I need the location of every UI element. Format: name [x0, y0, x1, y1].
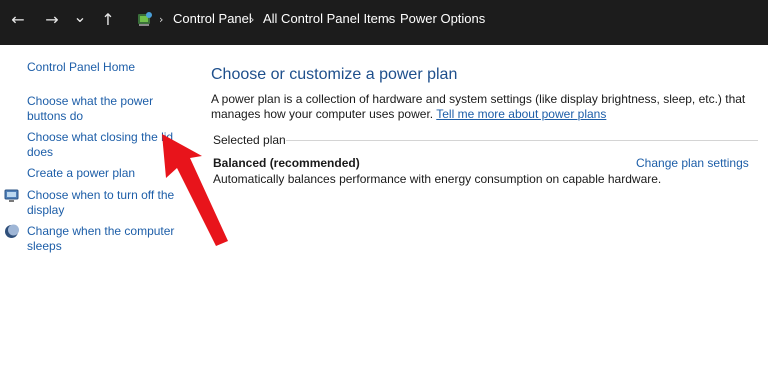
up-arrow-icon[interactable]: ↑ [96, 10, 120, 30]
display-icon [4, 189, 19, 202]
breadcrumb-separator: › [159, 13, 164, 26]
sidebar-item-label: Choose what the power [27, 94, 154, 108]
sidebar-item-label: buttons do [27, 109, 84, 123]
recent-locations-chevron-icon[interactable]: ⌄ [68, 7, 92, 27]
breadcrumb-power-options[interactable]: Power Options [400, 11, 485, 27]
plan-description: Automatically balances performance with … [213, 172, 662, 186]
breadcrumb-separator[interactable]: › [386, 13, 390, 27]
annotation-arrow-icon [162, 134, 228, 246]
forward-arrow-icon[interactable]: → [40, 10, 64, 30]
page-title: Choose or customize a power plan [211, 66, 458, 83]
sidebar-home-link[interactable]: Control Panel Home [27, 60, 135, 75]
back-arrow-icon[interactable]: ← [6, 10, 30, 30]
moon-icon [5, 224, 19, 238]
page-description: A power plan is a collection of hardware… [211, 92, 761, 122]
control-panel-icon [138, 12, 152, 26]
sidebar-item-create-plan[interactable]: Create a power plan [27, 166, 135, 181]
sidebar-item-label: Create a power plan [27, 166, 136, 180]
address-bar: ← → ⌄ ↑ › Control Panel › All Control Pa… [0, 0, 768, 45]
divider [286, 140, 758, 141]
sidebar-item-power-buttons[interactable]: Choose what the power buttons do [27, 94, 153, 124]
change-plan-settings-link[interactable]: Change plan settings [636, 156, 749, 171]
learn-more-link[interactable]: Tell me more about power plans [436, 107, 606, 121]
breadcrumb-all-items[interactable]: All Control Panel Items [263, 11, 395, 27]
breadcrumb-control-panel[interactable]: Control Panel [173, 11, 252, 27]
breadcrumb-separator[interactable]: › [250, 13, 254, 27]
